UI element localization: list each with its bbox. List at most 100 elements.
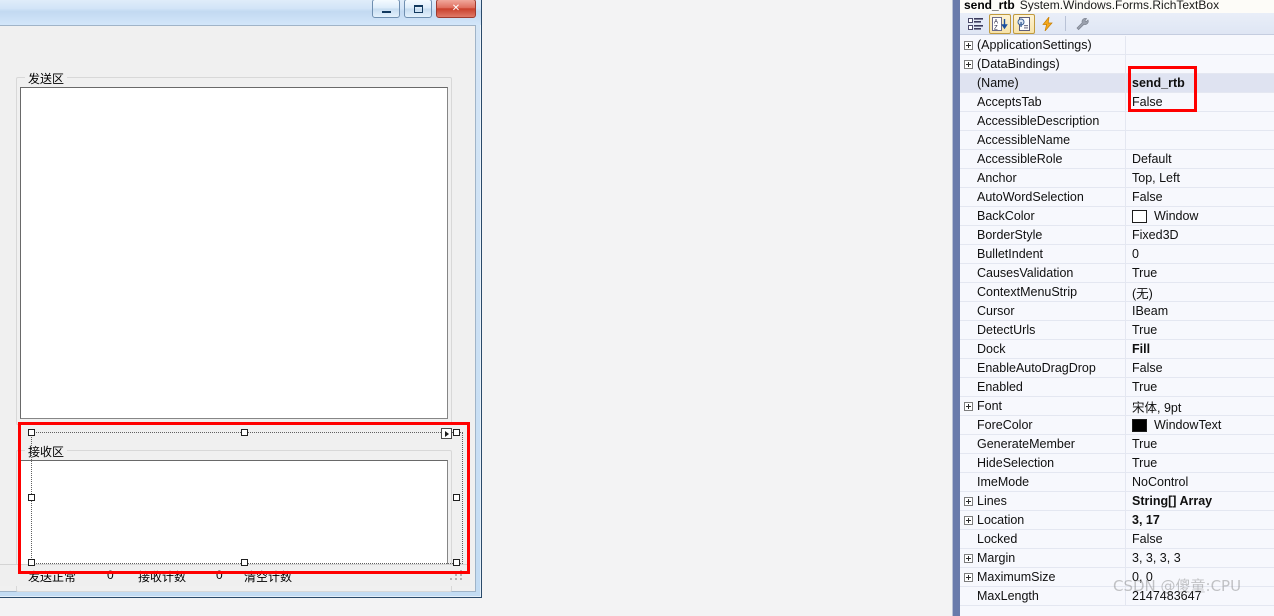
selection-handle-ne[interactable] [453, 429, 460, 436]
property-value-text: WindowText [1154, 418, 1222, 432]
properties-window[interactable]: send_rtb System.Windows.Forms.RichTextBox… [952, 0, 1274, 616]
properties-button[interactable] [1013, 13, 1035, 34]
property-value[interactable]: True [1125, 434, 1274, 454]
selection-handle-s[interactable] [241, 559, 248, 566]
property-name: HideSelection [977, 456, 1055, 470]
property-value[interactable] [1125, 54, 1274, 74]
color-swatch-icon [1132, 418, 1147, 432]
property-value[interactable]: send_rtb [1125, 73, 1274, 93]
property-value[interactable]: 2147483647 [1125, 586, 1274, 606]
property-row[interactable]: AccessibleName [960, 130, 1274, 150]
expand-icon[interactable] [960, 496, 977, 506]
selection-handle-sw[interactable] [28, 559, 35, 566]
property-row[interactable]: Anchor Top, Left [960, 168, 1274, 188]
property-value[interactable] [1125, 130, 1274, 150]
property-row[interactable]: EnableAutoDragDrop False [960, 358, 1274, 378]
property-row[interactable]: Location 3, 17 [960, 510, 1274, 530]
property-value[interactable]: True [1125, 263, 1274, 283]
property-value[interactable]: Default [1125, 149, 1274, 169]
property-value[interactable]: True [1125, 320, 1274, 340]
property-value[interactable]: 0 [1125, 244, 1274, 264]
property-row[interactable]: Cursor IBeam [960, 301, 1274, 321]
property-value[interactable]: Fixed3D [1125, 225, 1274, 245]
property-value[interactable]: Fill [1125, 339, 1274, 359]
property-name: (ApplicationSettings) [977, 38, 1092, 52]
property-row[interactable]: ContextMenuStrip (无) [960, 282, 1274, 302]
property-row[interactable]: ForeColor WindowText [960, 415, 1274, 435]
property-row[interactable]: MaxLength 2147483647 [960, 586, 1274, 606]
expand-icon[interactable] [960, 515, 977, 525]
property-pages-button[interactable] [1072, 14, 1094, 34]
expand-icon[interactable] [960, 572, 977, 582]
property-value[interactable]: False [1125, 529, 1274, 549]
form-designer-surface[interactable]: ✕ 发送区 接收区 发送正常 0 接收计数 0 清空计数 [0, 0, 952, 616]
property-row[interactable]: AccessibleDescription [960, 111, 1274, 131]
expand-icon[interactable] [960, 59, 977, 69]
property-row[interactable]: Locked False [960, 529, 1274, 549]
property-value[interactable]: IBeam [1125, 301, 1274, 321]
property-row[interactable]: Margin 3, 3, 3, 3 [960, 548, 1274, 568]
property-row[interactable]: DetectUrls True [960, 320, 1274, 340]
property-row[interactable]: ImeMode NoControl [960, 472, 1274, 492]
selection-handle-nw[interactable] [28, 429, 35, 436]
property-value[interactable]: False [1125, 92, 1274, 112]
property-row[interactable]: Lines String[] Array [960, 491, 1274, 511]
property-value[interactable]: False [1125, 187, 1274, 207]
property-row[interactable]: BackColor Window [960, 206, 1274, 226]
property-row[interactable]: AutoWordSelection False [960, 187, 1274, 207]
winform-titlebar[interactable]: ✕ [0, 0, 481, 25]
property-row[interactable]: BulletIndent 0 [960, 244, 1274, 264]
property-value[interactable]: 0, 0 [1125, 567, 1274, 587]
property-row[interactable]: CausesValidation True [960, 263, 1274, 283]
property-row[interactable]: (ApplicationSettings) [960, 35, 1274, 55]
property-value[interactable]: True [1125, 453, 1274, 473]
smart-tag-icon[interactable] [441, 428, 452, 439]
send-area-groupbox[interactable]: 发送区 [16, 70, 452, 425]
property-name: Anchor [977, 171, 1017, 185]
property-value[interactable]: 3, 3, 3, 3 [1125, 548, 1274, 568]
property-value[interactable]: True [1125, 377, 1274, 397]
status-receive-label: 接收计数 [138, 570, 187, 584]
property-value[interactable]: Top, Left [1125, 168, 1274, 188]
selection-handle-se[interactable] [453, 559, 460, 566]
property-value[interactable]: 宋体, 9pt [1125, 396, 1274, 416]
property-row[interactable]: GenerateMember True [960, 434, 1274, 454]
property-row[interactable]: AccessibleRole Default [960, 149, 1274, 169]
property-row[interactable]: MaximumSize 0, 0 [960, 567, 1274, 587]
property-row[interactable]: Dock Fill [960, 339, 1274, 359]
selection-handle-n[interactable] [241, 429, 248, 436]
send-richtextbox[interactable] [20, 87, 448, 419]
selection-handle-w[interactable] [28, 494, 35, 501]
property-row[interactable]: (DataBindings) [960, 54, 1274, 74]
property-value[interactable] [1125, 35, 1274, 55]
close-button[interactable]: ✕ [436, 0, 476, 18]
expand-icon[interactable] [960, 553, 977, 563]
property-row[interactable]: (Name) send_rtb [960, 73, 1274, 93]
expand-icon[interactable] [960, 401, 977, 411]
categorized-button[interactable] [965, 14, 987, 34]
property-value[interactable]: String[] Array [1125, 491, 1274, 511]
expand-icon[interactable] [960, 40, 977, 50]
property-name: AccessibleDescription [977, 114, 1100, 128]
property-value[interactable]: (无) [1125, 282, 1274, 302]
property-row[interactable]: BorderStyle Fixed3D [960, 225, 1274, 245]
property-name: BackColor [977, 209, 1035, 223]
property-value[interactable]: NoControl [1125, 472, 1274, 492]
property-row[interactable]: Enabled True [960, 377, 1274, 397]
minimize-button[interactable] [372, 0, 400, 18]
resize-grip-icon[interactable] [450, 570, 464, 582]
property-row[interactable]: Font 宋体, 9pt [960, 396, 1274, 416]
property-value[interactable]: Window [1125, 206, 1274, 226]
alphabetical-button[interactable]: A Z [989, 13, 1011, 34]
winform-window[interactable]: ✕ 发送区 接收区 发送正常 0 接收计数 0 清空计数 [0, 0, 482, 598]
selection-handle-e[interactable] [453, 494, 460, 501]
property-row[interactable]: HideSelection True [960, 453, 1274, 473]
property-value[interactable]: WindowText [1125, 415, 1274, 435]
property-row[interactable]: AcceptsTab False [960, 92, 1274, 112]
property-value[interactable]: False [1125, 358, 1274, 378]
maximize-button[interactable] [404, 0, 432, 18]
events-button[interactable] [1037, 14, 1059, 34]
property-value[interactable]: 3, 17 [1125, 510, 1274, 530]
properties-rows[interactable]: (ApplicationSettings) (DataBindings) (Name… [960, 35, 1274, 616]
property-value[interactable] [1125, 111, 1274, 131]
